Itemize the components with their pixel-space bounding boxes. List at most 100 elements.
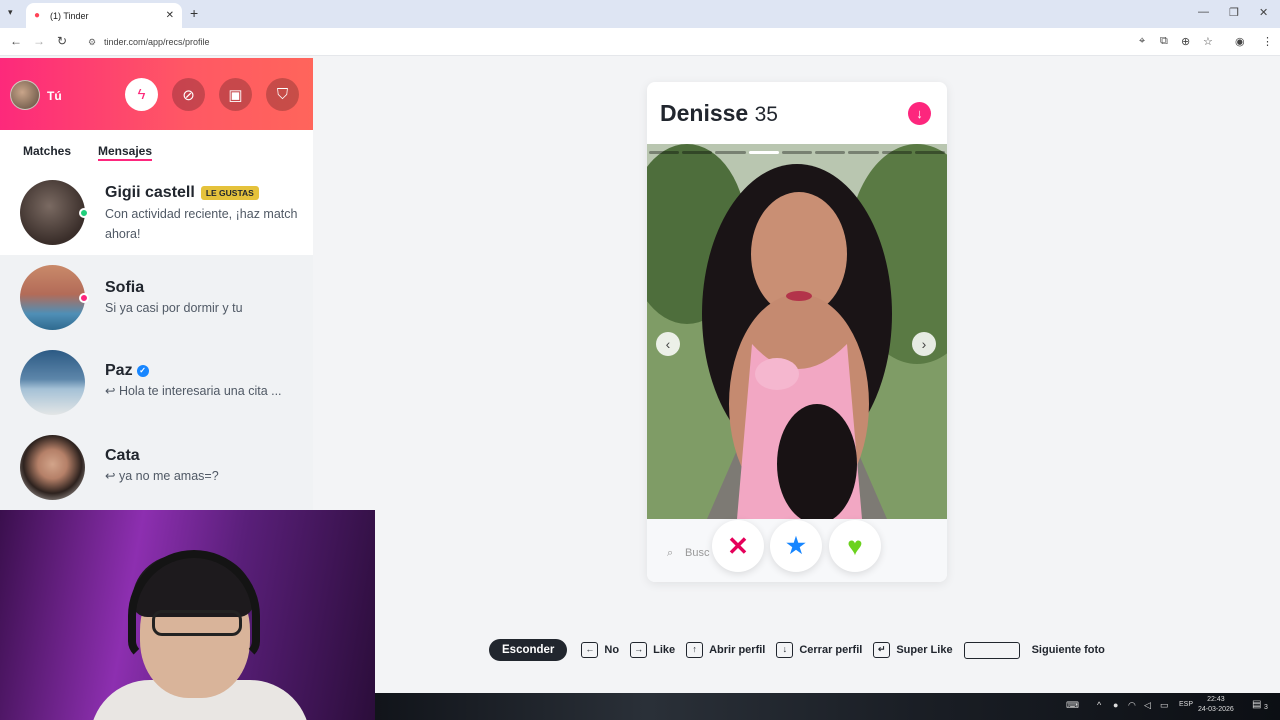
keyboard-shortcuts: Esconder ← No → Like ↑ Abrir perfil ↓ Cerrar… <box>489 639 1116 661</box>
conversation-name: Gigii castell LE GUSTAS <box>105 184 259 202</box>
avatar <box>20 435 85 500</box>
x-icon: ✕ <box>727 530 749 561</box>
photo-progress-segment <box>682 151 713 154</box>
down-arrow-key-icon: ↓ <box>776 642 794 658</box>
shortcut-next-photo: Siguiente foto <box>963 641 1105 659</box>
profile-name: Denisse 35 <box>660 100 778 126</box>
close-window-icon[interactable]: ✕ <box>1259 6 1268 19</box>
shortcut-super-like: ↵ Super Like <box>873 642 953 658</box>
zoom-icon[interactable]: ⊕ <box>1181 35 1190 48</box>
language-indicator[interactable]: ESP <box>1179 701 1193 708</box>
previous-photo-button[interactable]: ‹ <box>656 332 680 356</box>
like-button[interactable]: ♥ <box>829 520 881 572</box>
profile-photo[interactable]: ‹ › <box>647 144 947 519</box>
clock-date: 24-03-2026 <box>1198 706 1234 713</box>
tab-title: (1) Tinder <box>50 10 89 21</box>
tray-expand-icon[interactable]: ^ <box>1097 700 1101 710</box>
shortcut-close-profile: ↓ Cerrar perfil <box>776 642 862 658</box>
profile-card: Denisse 35 ↓ ‹ › ⌕ Busc ✕ ★ ♥ <box>647 82 947 582</box>
close-tab-icon[interactable]: ✕ <box>166 10 174 21</box>
photo-progress-segment <box>781 151 813 154</box>
safety-shield-icon[interactable]: ⛉ <box>266 78 299 111</box>
tinder-flame-icon: ● <box>34 9 41 21</box>
webcam-overlay <box>0 510 375 720</box>
profile-icon[interactable]: ◉ <box>1235 35 1245 48</box>
photo-progress-segment <box>848 151 879 154</box>
conversation-name: Sofia <box>105 279 145 296</box>
photo-progress-segment <box>748 151 779 154</box>
conversation-paz[interactable]: Paz ✓ ↩ Hola te interesaria una cita ... <box>0 340 313 425</box>
forward-icon[interactable]: → <box>33 34 45 48</box>
hide-shortcuts-button[interactable]: Esconder <box>489 639 568 661</box>
browser-menu-icon[interactable]: ⋮ <box>1262 35 1273 48</box>
microphone-icon[interactable]: ● <box>1113 700 1118 710</box>
left-arrow-key-icon: ← <box>581 642 599 658</box>
keyboard-icon[interactable]: ⌨ <box>1066 700 1079 711</box>
site-info-icon[interactable]: ⚙ <box>88 32 96 52</box>
install-app-icon[interactable]: ⧉ <box>1160 35 1168 48</box>
shortcut-like: → Like <box>630 642 675 658</box>
taskbar-clock[interactable]: 22:43 24-03-2026 <box>1198 695 1234 715</box>
notifications-count: 3 <box>1264 704 1268 711</box>
new-message-dot <box>79 293 89 303</box>
profile-age: 35 <box>754 103 778 126</box>
enter-key-icon: ↵ <box>873 642 891 658</box>
my-avatar[interactable] <box>10 80 40 110</box>
my-profile-label[interactable]: Tú <box>47 89 62 103</box>
volume-icon[interactable]: ◁ <box>1144 700 1151 711</box>
search-placeholder: Busc <box>685 547 710 559</box>
conversation-cata[interactable]: Cata ↩ ya no me amas=? <box>0 425 313 510</box>
tab-list-icon[interactable]: ▾ <box>8 7 13 18</box>
conversation-gigii[interactable]: Gigii castell LE GUSTAS Con actividad rec… <box>0 170 313 255</box>
photo-progress-bars <box>649 151 945 154</box>
super-like-button[interactable]: ★ <box>770 520 822 572</box>
photo-progress-segment <box>914 151 945 154</box>
shortcut-no: ← No <box>581 642 619 658</box>
avatar <box>20 180 85 245</box>
explore-compass-icon[interactable]: ⊘ <box>172 78 205 111</box>
close-profile-icon[interactable]: ↓ <box>908 102 931 125</box>
search-icon: ⌕ <box>667 547 674 559</box>
shortcut-open-profile: ↑ Abrir perfil <box>686 642 765 658</box>
nope-button[interactable]: ✕ <box>712 520 764 572</box>
conversation-message: Con actividad reciente, ¡haz match ahora… <box>105 207 298 241</box>
heart-icon: ♥ <box>847 530 863 561</box>
tab-mensajes[interactable]: Mensajes <box>98 144 153 161</box>
minimize-icon[interactable]: — <box>1198 6 1209 18</box>
location-icon[interactable]: ⌖ <box>1139 35 1145 48</box>
photo-progress-segment <box>881 151 912 154</box>
new-tab-button[interactable]: + <box>190 5 198 21</box>
browser-tab-bar: ▾ ● (1) Tinder ✕ + — ❐ ✕ <box>0 0 1280 28</box>
profile-photo-image <box>647 144 947 519</box>
conversation-message: ↩ Hola te interesaria una cita ... <box>105 384 282 398</box>
verified-check-icon: ✓ <box>136 364 149 377</box>
avatar <box>20 350 85 415</box>
conversation-name: Cata <box>105 447 140 464</box>
up-arrow-key-icon: ↑ <box>686 642 704 658</box>
sidebar: Tú ϟ ⊘ ▣ ⛉ Matches Mensajes Gigii castel… <box>0 58 313 510</box>
back-icon[interactable]: ← <box>10 34 22 48</box>
clock-time: 22:43 <box>1207 696 1225 703</box>
tab-matches[interactable]: Matches <box>23 144 71 158</box>
sidebar-header: Tú ϟ ⊘ ▣ ⛉ <box>0 58 313 130</box>
likes-you-badge: LE GUSTAS <box>200 185 259 200</box>
conversation-message: Si ya casi por dormir y tu <box>105 301 243 315</box>
photo-progress-segment <box>715 151 746 154</box>
notifications-icon[interactable]: ▤ <box>1252 699 1261 710</box>
reload-icon[interactable]: ↻ <box>57 34 67 48</box>
avatar <box>20 265 85 330</box>
online-status-dot <box>79 208 89 218</box>
battery-icon[interactable]: ▭ <box>1160 700 1169 711</box>
star-icon: ★ <box>786 533 806 558</box>
wifi-icon[interactable]: ◠ <box>1128 700 1136 711</box>
work-briefcase-icon[interactable]: ▣ <box>219 78 252 111</box>
right-arrow-key-icon: → <box>630 642 648 658</box>
next-photo-button[interactable]: › <box>912 332 936 356</box>
browser-tab[interactable]: ● (1) Tinder ✕ <box>26 3 182 28</box>
bookmark-star-icon[interactable]: ☆ <box>1203 35 1213 48</box>
url-field[interactable]: ⚙ tinder.com/app/recs/profile <box>86 32 1166 52</box>
conversation-sofia[interactable]: Sofia Si ya casi por dormir y tu <box>0 255 313 340</box>
boost-icon[interactable]: ϟ <box>125 78 158 111</box>
photo-progress-segment <box>815 151 846 154</box>
restore-icon[interactable]: ❐ <box>1229 6 1239 19</box>
